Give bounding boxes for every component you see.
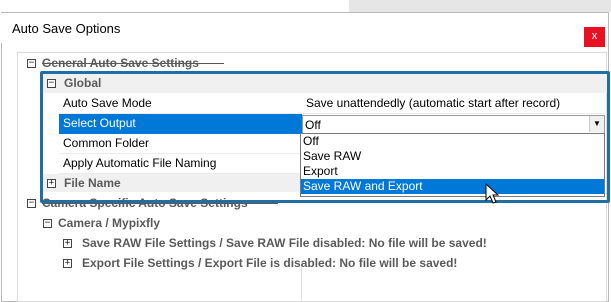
property-name-cell[interactable]: Common Folder [59,134,302,154]
property-name: Apply Automatic File Naming [63,156,217,170]
property-name-cell-selected[interactable]: Select Output [59,114,302,134]
chevron-down-icon[interactable]: ▼ [589,116,604,132]
dialog-title: Auto Save Options [12,21,121,36]
background-strip [0,0,611,12]
category-camera-mypixfly: Camera / Mypixfly [58,216,161,230]
collapse-icon[interactable]: − [47,79,56,88]
category-global: Global [64,76,102,90]
dropdown-option-export[interactable]: Export [301,164,604,179]
property-name-cell[interactable]: Auto Save Mode [59,93,302,114]
dropdown-option-save-raw[interactable]: Save RAW [301,149,604,164]
strikeout-line [42,63,224,64]
mouse-pointer-icon [485,183,500,204]
strikeout-line [42,203,278,204]
close-button[interactable]: x [584,27,605,47]
collapse-icon[interactable]: − [27,59,36,68]
select-output-dropdown-list[interactable]: Off Save RAW Export Save RAW and Export [300,133,605,197]
property-name: Select Output [63,116,136,130]
collapse-icon[interactable]: − [27,199,36,208]
combobox-value: Off [305,118,321,132]
property-value-cell[interactable]: Save unattendedly (automatic start after… [302,93,607,114]
expand-icon[interactable]: + [63,239,72,248]
category-file-name: File Name [64,176,121,190]
property-name-cell[interactable]: Apply Automatic File Naming [59,154,302,174]
property-name: Common Folder [63,136,150,150]
select-output-combobox[interactable]: Off ▼ [302,115,605,134]
dropdown-option-off[interactable]: Off [301,134,604,149]
expand-icon[interactable]: + [63,259,72,268]
global-category-row [43,74,607,93]
property-name: Auto Save Mode [63,96,152,110]
dropdown-option-save-raw-and-export[interactable]: Save RAW and Export [301,179,604,194]
raw-file-settings-category: Save RAW File Settings / Save RAW File d… [82,236,487,250]
expand-icon[interactable]: + [47,179,56,188]
export-file-settings-category: Export File Settings / Export File is di… [82,256,458,270]
property-value: Save unattendedly (automatic start after… [306,96,561,110]
collapse-icon[interactable]: − [43,219,52,228]
